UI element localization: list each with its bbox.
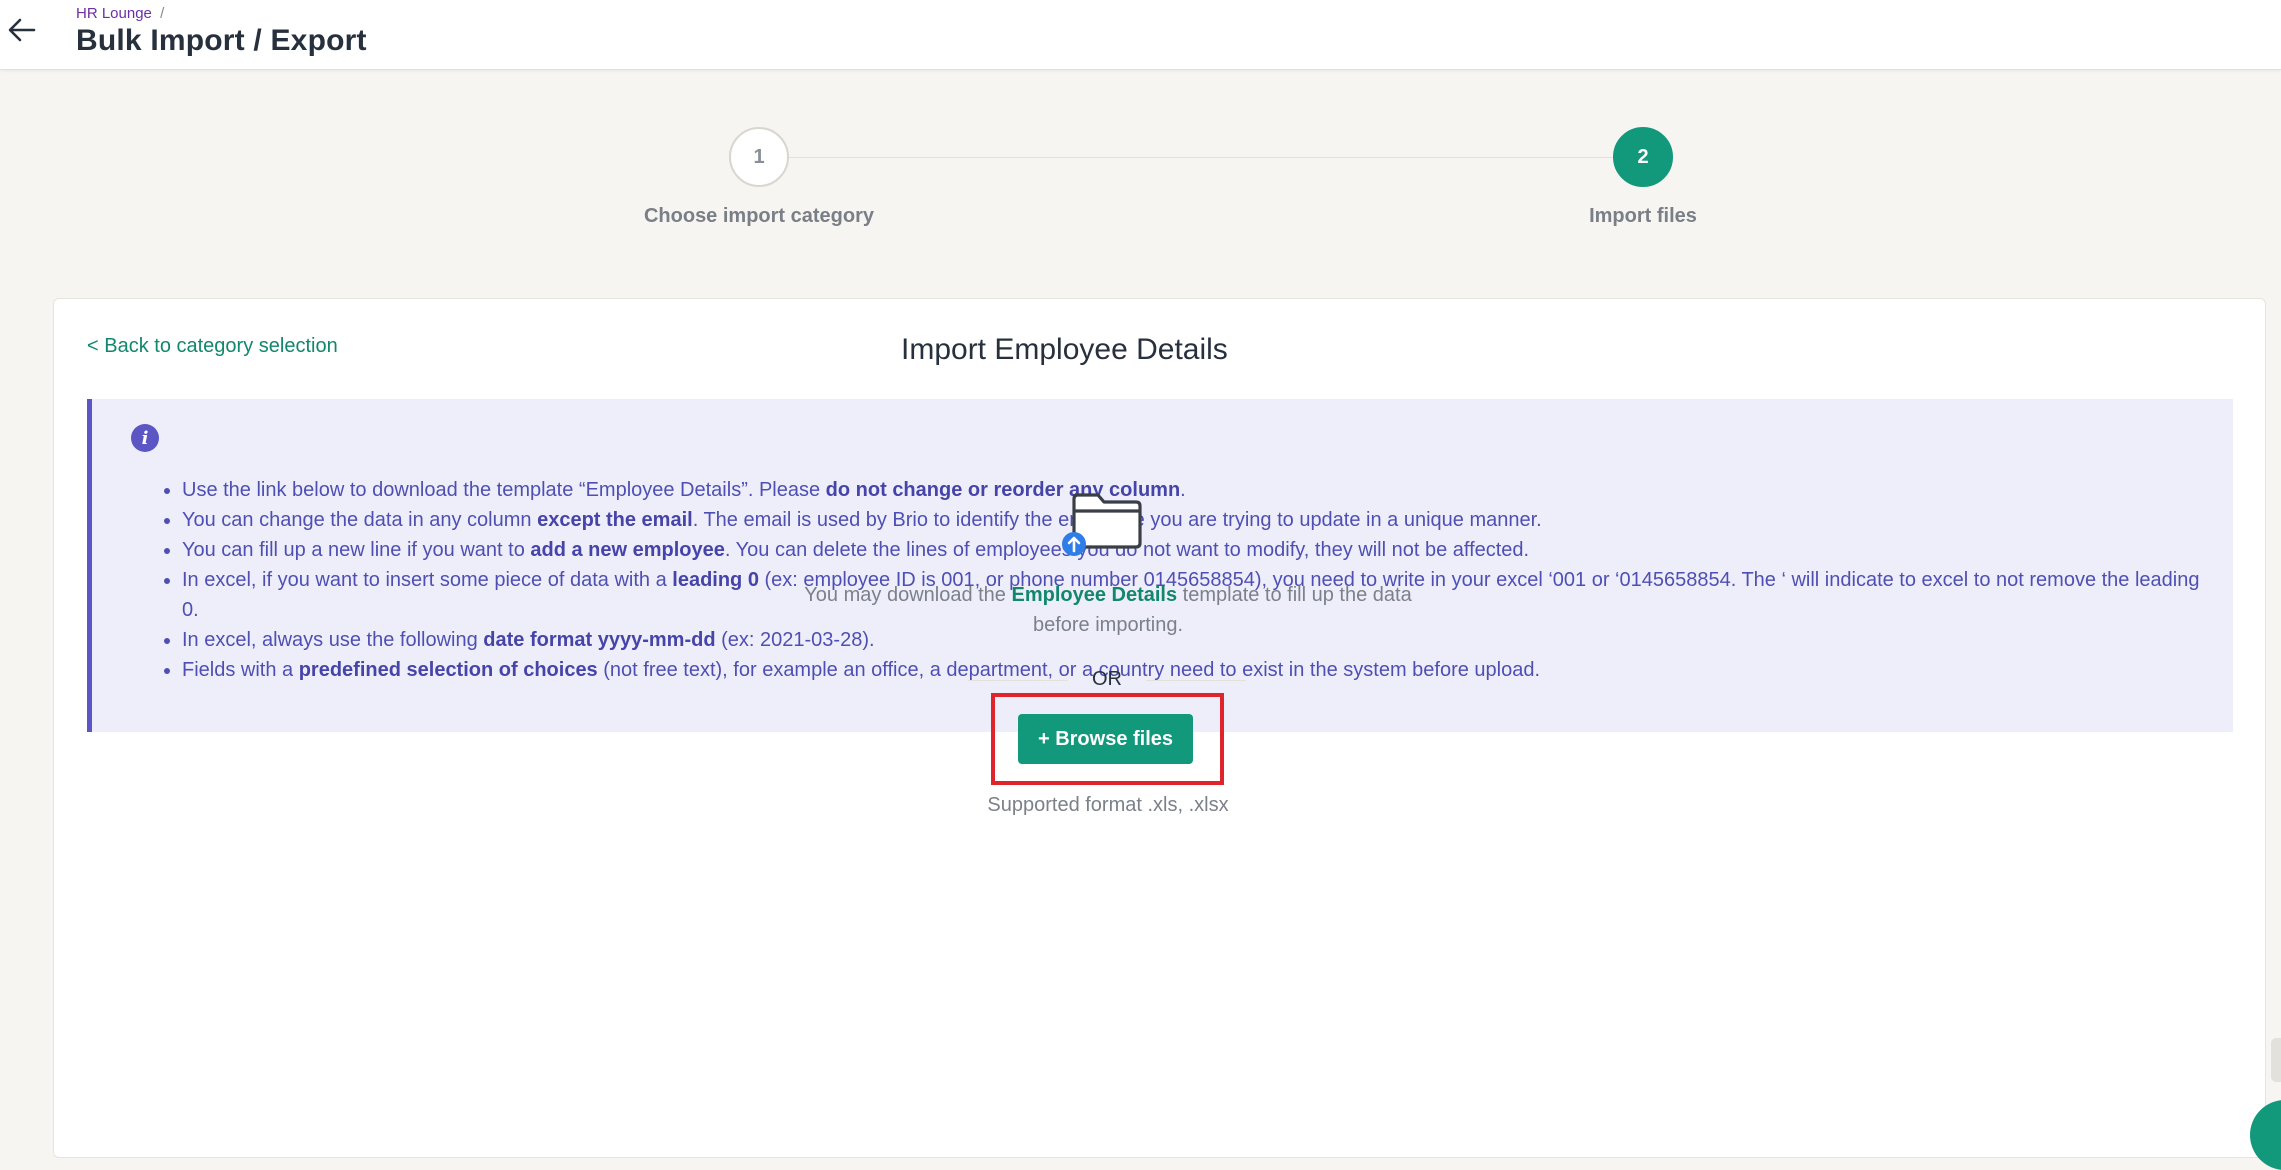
instruction-emphasis: predefined selection of choices xyxy=(298,659,598,681)
folder-upload-icon xyxy=(1062,487,1152,557)
step-2-label: Import files xyxy=(1589,205,1697,227)
stepper-connector xyxy=(788,157,1614,158)
side-panel-handle[interactable] xyxy=(2271,1038,2281,1082)
employee-details-template-link[interactable]: Employee Details xyxy=(1011,584,1177,606)
instruction-item: Use the link below to download the templ… xyxy=(182,475,2210,505)
info-icon: i xyxy=(131,424,159,452)
supported-formats: Supported format .xls, .xlsx xyxy=(987,794,1229,816)
breadcrumb-item-hr-lounge[interactable]: HR Lounge xyxy=(76,5,152,22)
back-arrow-icon[interactable] xyxy=(4,12,40,48)
instruction-emphasis: leading 0 xyxy=(672,569,759,591)
instruction-item: You can change the data in any column ex… xyxy=(182,505,2210,535)
breadcrumb: HR Lounge / xyxy=(76,5,164,22)
step-1-label: Choose import category xyxy=(643,205,875,227)
instruction-text: In excel, if you want to insert some pie… xyxy=(182,569,673,591)
instruction-text: You can fill up a new line if you want t… xyxy=(182,539,531,561)
instruction-item: You can fill up a new line if you want t… xyxy=(182,535,2210,565)
card-title: Import Employee Details xyxy=(901,333,1228,366)
instruction-text: Use the link below to download the templ… xyxy=(182,479,826,501)
step-2-circle: 2 xyxy=(1613,127,1673,187)
breadcrumb-separator: / xyxy=(160,5,165,22)
instruction-emphasis: add a new employee xyxy=(530,539,725,561)
instruction-text: You can change the data in any column xyxy=(182,509,538,531)
page-title: Bulk Import / Export xyxy=(76,24,367,57)
step-1-circle[interactable]: 1 xyxy=(729,127,789,187)
instruction-text: Fields with a xyxy=(182,659,299,681)
back-to-category-link[interactable]: < Back to category selection xyxy=(87,335,338,358)
instruction-emphasis: date format yyyy-mm-dd xyxy=(483,629,716,651)
or-divider-line-right xyxy=(1146,680,1246,681)
or-divider: OR xyxy=(968,668,1246,692)
instruction-emphasis: except the email xyxy=(537,509,693,531)
top-header: HR Lounge / Bulk Import / Export xyxy=(0,0,2281,70)
instruction-text: In excel, always use the following xyxy=(182,629,484,651)
instruction-text: . xyxy=(1180,479,1186,501)
browse-files-button[interactable]: + Browse files xyxy=(1018,714,1193,764)
download-prefix: You may download the xyxy=(804,584,1012,606)
download-instructions: You may download the Employee Details te… xyxy=(783,580,1433,640)
